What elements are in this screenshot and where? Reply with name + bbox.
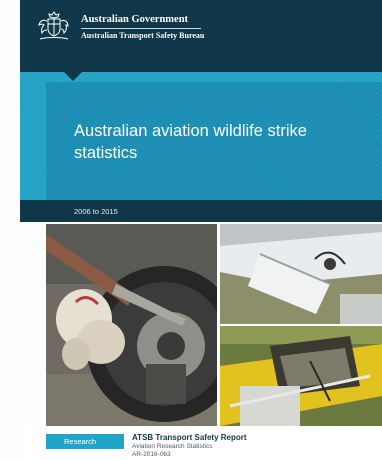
coat-of-arms-icon [38,11,69,40]
government-name: Australian Government [81,14,189,25]
report-period: 2006 to 2015 [74,207,118,216]
report-type: ATSB Transport Safety Report [132,433,247,442]
header-notch [64,72,82,81]
category-label: Research [64,437,97,446]
aircraft-damage-photo [220,224,382,324]
report-number: AR-2016-063 [132,451,171,458]
report-title: Australian aviation wildlife strike stat… [74,122,307,162]
report-cover-page: Australian Government Australian Transpo… [0,0,382,460]
wheel-strike-photo [46,224,217,426]
report-series: Aviation Research Statistics [132,443,213,450]
header-divider [81,28,201,29]
cockpit-damage-photo [220,326,382,426]
bureau-name: Australian Transport Safety Bureau [81,31,205,40]
